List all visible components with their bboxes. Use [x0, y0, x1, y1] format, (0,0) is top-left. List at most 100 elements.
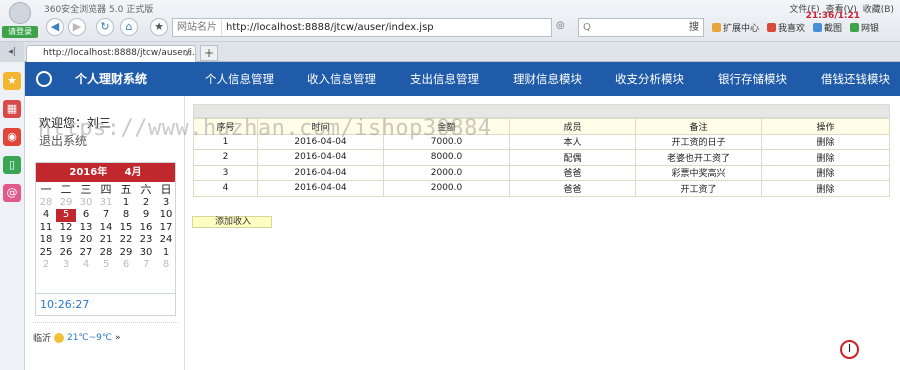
nav-income[interactable]: 收入信息管理	[307, 62, 376, 96]
calendar-day[interactable]: 30	[76, 197, 96, 210]
back-icon[interactable]: ◀	[46, 18, 64, 36]
nav-expense[interactable]: 支出信息管理	[410, 62, 479, 96]
calendar-weekday: 四	[100, 183, 112, 196]
nav-loan[interactable]: 借钱还钱模块	[821, 62, 890, 96]
extension-center[interactable]: 扩展中心	[712, 21, 759, 34]
cell-index: 4	[193, 180, 258, 197]
calendar-day[interactable]: 20	[76, 234, 96, 247]
calendar-day[interactable]: 4	[76, 259, 96, 272]
search-button[interactable]: 搜	[684, 18, 704, 37]
calendar-day[interactable]: 14	[96, 222, 116, 235]
cell-index: 1	[193, 133, 258, 150]
clock-time: 10:26:27	[40, 298, 90, 311]
calendar-day[interactable]: 2	[136, 197, 156, 210]
calendar-day[interactable]: 3	[56, 259, 76, 272]
nav-analysis[interactable]: 收支分析模块	[615, 62, 684, 96]
calendar-day[interactable]: 17	[156, 222, 176, 235]
calendar-day[interactable]: 30	[136, 247, 156, 260]
refresh-icon[interactable]: ↻	[96, 18, 114, 36]
table-body: 1 2016-04-04 7000.0 本人 开工资的日子 删除 2 2016-04-04 80…	[193, 133, 890, 197]
site-card-label[interactable]: 网站名片	[173, 19, 222, 36]
close-icon[interactable]: ×	[184, 46, 192, 61]
calendar-day[interactable]: 7	[136, 259, 156, 272]
extension-icon	[712, 23, 721, 32]
calendar: 2016年 4月 一二三四五六日 28 29 30 31 1 2 3 4 5 6 7 8 9 10 11 12 1…	[35, 162, 176, 294]
add-income-button[interactable]: 添加收入	[192, 216, 272, 228]
nav-bank[interactable]: 银行存储模块	[718, 62, 787, 96]
calendar-day[interactable]: 1	[156, 247, 176, 260]
tab-current[interactable]: http://localhost:8888/jtcw/auser/i... ×	[26, 45, 196, 62]
favorites-star-icon[interactable]: ★	[3, 72, 21, 90]
calendar-day-today[interactable]: 5	[56, 209, 76, 222]
weather-more-link[interactable]: »	[115, 333, 121, 343]
calendar-day[interactable]: 27	[76, 247, 96, 260]
shield-icon[interactable]: ◎	[556, 20, 565, 31]
home-icon[interactable]: ⌂	[120, 18, 138, 36]
calendar-day[interactable]: 4	[36, 209, 56, 222]
calendar-day[interactable]: 8	[156, 259, 176, 272]
calendar-day[interactable]: 29	[116, 247, 136, 260]
delete-link[interactable]: 删除	[761, 164, 890, 181]
calendar-weekday: 三	[80, 183, 92, 196]
forward-icon[interactable]: ▶	[68, 18, 86, 36]
calendar-day[interactable]: 26	[56, 247, 76, 260]
address-bar[interactable]: 网站名片 http://localhost:8888/jtcw/auser/in…	[172, 18, 552, 37]
col-header-member: 成员	[509, 118, 636, 135]
new-tab-button[interactable]: +	[200, 45, 218, 61]
calendar-day[interactable]: 28	[36, 197, 56, 210]
cell-date: 2016-04-04	[257, 133, 384, 150]
browser-chrome: 请登录 360安全浏览器 5.0 正式版 文件(F) 查看(V) 收藏(B) 2…	[0, 0, 900, 42]
menu-favorites[interactable]: 收藏(B)	[863, 2, 894, 15]
calendar-day[interactable]: 23	[136, 234, 156, 247]
calendar-day[interactable]: 8	[116, 209, 136, 222]
calendar-day[interactable]: 2	[36, 259, 56, 272]
cell-member: 爸爸	[509, 164, 636, 181]
calendar-day[interactable]: 6	[76, 209, 96, 222]
calendar-day[interactable]: 18	[36, 234, 56, 247]
calendar-day[interactable]: 6	[116, 259, 136, 272]
calendar-day[interactable]: 22	[116, 234, 136, 247]
mail-icon[interactable]: @	[3, 184, 21, 202]
calendar-day[interactable]: 7	[96, 209, 116, 222]
table-row: 4 2016-04-04 2000.0 爸爸 开工资了 删除	[193, 180, 890, 197]
sidebar-toggle-icon[interactable]: ◂|	[0, 42, 24, 62]
calendar-day[interactable]: 13	[76, 222, 96, 235]
calendar-day[interactable]: 29	[56, 197, 76, 210]
delete-link[interactable]: 删除	[761, 180, 890, 197]
delete-link[interactable]: 删除	[761, 133, 890, 150]
tab-title: http://localhost:8888/jtcw/auser/i...	[43, 48, 196, 58]
screenshot-tool[interactable]: 截图	[813, 21, 842, 34]
calendar-year[interactable]: 2016年	[69, 167, 107, 178]
calendar-day[interactable]: 10	[156, 209, 176, 222]
calendar-month[interactable]: 4月	[125, 167, 142, 178]
weibo-icon[interactable]: ◉	[3, 128, 21, 146]
star-icon[interactable]: ★	[150, 18, 168, 36]
logout-link[interactable]: 退出系统	[39, 132, 87, 149]
login-widget[interactable]: 请登录	[2, 2, 38, 40]
nav-finance[interactable]: 理财信息模块	[513, 62, 582, 96]
calendar-day[interactable]: 15	[116, 222, 136, 235]
delete-link[interactable]: 删除	[761, 149, 890, 166]
cell-member: 本人	[509, 133, 636, 150]
login-button[interactable]: 请登录	[2, 26, 38, 38]
favorites-link[interactable]: 我喜欢	[767, 21, 805, 34]
calendar-day[interactable]: 11	[36, 222, 56, 235]
calendar-app-icon[interactable]: ▦	[3, 100, 21, 118]
calendar-day[interactable]: 5	[96, 259, 116, 272]
calendar-day[interactable]: 25	[36, 247, 56, 260]
calendar-day[interactable]: 21	[96, 234, 116, 247]
calendar-day[interactable]: 16	[136, 222, 156, 235]
ebank-link[interactable]: 网银	[850, 21, 879, 34]
left-sidebar: 欢迎您：刘三 退出系统 2016年 4月 一二三四五六日 28 29 30 31 1 2 3 4…	[25, 96, 185, 370]
calendar-day[interactable]: 3	[156, 197, 176, 210]
calendar-day[interactable]: 12	[56, 222, 76, 235]
phone-icon[interactable]: ▯	[3, 156, 21, 174]
nav-personal-info[interactable]: 个人信息管理	[205, 62, 274, 96]
calendar-day[interactable]: 28	[96, 247, 116, 260]
calendar-day[interactable]: 1	[116, 197, 136, 210]
calendar-day[interactable]: 19	[56, 234, 76, 247]
calendar-day[interactable]: 9	[136, 209, 156, 222]
calendar-day[interactable]: 31	[96, 197, 116, 210]
address-url[interactable]: http://localhost:8888/jtcw/auser/index.j…	[222, 22, 434, 33]
calendar-day[interactable]: 24	[156, 234, 176, 247]
